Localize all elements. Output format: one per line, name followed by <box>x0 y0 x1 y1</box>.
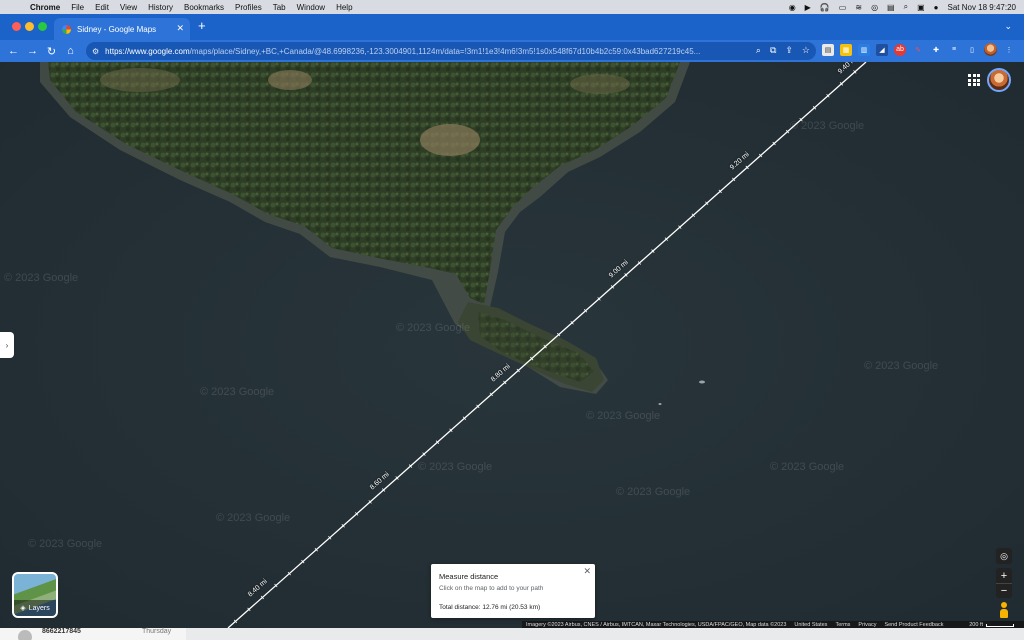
drive-extension-icon[interactable]: ◢ <box>876 43 888 56</box>
menu-view[interactable]: View <box>120 3 137 12</box>
layers-button[interactable]: ◈ Layers <box>12 572 58 618</box>
close-tab-icon[interactable]: ✕ <box>176 23 184 34</box>
satellite-map[interactable]: © 2023 Google © 2023 Google © 2023 Googl… <box>0 62 1024 628</box>
menu-help[interactable]: Help <box>336 3 352 12</box>
background-window: 8662217845 Thursday <box>0 628 1024 640</box>
menu-clock[interactable]: Sat Nov 18 9:47:20 <box>948 3 1017 12</box>
minus-icon: − <box>1000 585 1008 597</box>
address-bar[interactable]: ⚙ https://www.google.com/maps/place/Sidn… <box>86 42 816 60</box>
new-tab-button[interactable]: + <box>198 18 206 33</box>
profile-avatar[interactable] <box>984 43 997 56</box>
control-center-icon[interactable]: ▣ <box>917 3 925 12</box>
tab-search-chevron-icon[interactable]: ⌄ <box>1004 21 1012 32</box>
menu-history[interactable]: History <box>148 3 173 12</box>
plus-icon: + <box>1000 569 1008 582</box>
close-window-button[interactable] <box>12 22 21 31</box>
street-view-pegman-icon[interactable] <box>1000 602 1008 618</box>
home-button[interactable]: ⌂ <box>61 45 80 57</box>
site-info-icon[interactable]: ⚙ <box>92 47 99 56</box>
minimize-window-button[interactable] <box>25 22 34 31</box>
reload-button[interactable]: ↻ <box>42 45 61 58</box>
extensions-area: ▤ ▦ ▥ ◢ ab ✎ ✚ ≡ ▯ ⋮ <box>822 43 1015 56</box>
back-button[interactable]: ← <box>4 45 23 57</box>
scale-bar <box>986 623 1014 627</box>
calendar-extension-icon[interactable]: ▥ <box>858 43 870 56</box>
watermark: © 2023 Google <box>616 486 691 498</box>
layers-label: Layers <box>28 604 50 612</box>
search-icon[interactable]: ⌕ <box>904 2 908 12</box>
watermark: © 2023 Google <box>396 322 471 334</box>
watermark: © 2023 Google <box>418 461 493 473</box>
contact-number: 8662217845 <box>42 628 81 635</box>
google-maps-favicon-icon <box>62 24 71 34</box>
measure-total: Total distance: 12.76 mi (20.53 km) <box>439 604 541 611</box>
contact-avatar <box>18 630 32 640</box>
puzzle-extensions-icon[interactable]: ✚ <box>930 44 942 56</box>
google-apps-icon[interactable] <box>968 74 980 86</box>
menu-bookmarks[interactable]: Bookmarks <box>184 3 224 12</box>
status-app-icon[interactable]: ◉ <box>789 3 796 12</box>
tab-google-maps[interactable]: Sidney - Google Maps ✕ <box>54 18 190 40</box>
zoom-icon[interactable]: ⌕ <box>756 45 761 56</box>
map-imagery <box>0 62 1024 628</box>
watermark: © 2023 Google <box>4 272 79 284</box>
menu-edit[interactable]: Edit <box>95 3 109 12</box>
reading-list-icon[interactable]: ≡ <box>948 44 960 56</box>
macos-menu-bar: Chrome File Edit View History Bookmarks … <box>0 0 1024 14</box>
keyboard-icon[interactable]: ▤ <box>887 3 895 12</box>
watermark: © 2023 Google <box>790 120 865 132</box>
expand-side-panel-button[interactable]: › <box>0 332 14 358</box>
measure-hint: Click on the map to add to your path <box>439 585 544 592</box>
contact-day: Thursday <box>142 628 172 635</box>
layers-icon: ◈ <box>20 605 26 612</box>
user-icon[interactable]: ◎ <box>871 3 878 12</box>
menu-file[interactable]: File <box>71 3 84 12</box>
install-icon[interactable]: ⧉ <box>770 45 776 56</box>
battery-icon[interactable]: ▭ <box>839 3 847 12</box>
account-avatar[interactable] <box>987 68 1011 92</box>
side-panel-icon[interactable]: ▯ <box>966 44 978 56</box>
omnibox-actions: ⌕ ⧉ ⇪ ☆ <box>751 45 810 56</box>
measure-title: Measure distance <box>439 572 499 581</box>
wifi-icon[interactable]: ≋ <box>855 3 862 12</box>
pen-extension-icon[interactable]: ✎ <box>912 44 924 56</box>
menu-window[interactable]: Window <box>297 3 325 12</box>
tab-title: Sidney - Google Maps <box>77 24 157 34</box>
doc-extension-icon[interactable]: ▤ <box>822 43 834 56</box>
watermark: © 2023 Google <box>586 410 661 422</box>
bookmark-star-icon[interactable]: ☆ <box>802 45 810 56</box>
browser-toolbar: ← → ↻ ⌂ ⚙ https://www.google.com/maps/pl… <box>0 40 1024 62</box>
browser-tab-strip: Sidney - Google Maps ✕ + ⌄ <box>0 14 1024 40</box>
menu-tab[interactable]: Tab <box>273 3 286 12</box>
headphones-icon[interactable]: 🎧 <box>820 3 830 12</box>
siri-icon[interactable]: ● <box>934 3 939 12</box>
watermark: © 2023 Google <box>770 461 845 473</box>
chevron-right-icon: › <box>5 340 9 350</box>
close-icon[interactable]: ✕ <box>583 566 591 577</box>
zoom-out-button[interactable]: − <box>996 583 1012 598</box>
forward-button[interactable]: → <box>23 45 42 57</box>
notes-extension-icon[interactable]: ▦ <box>840 43 852 56</box>
watermark: © 2023 Google <box>28 538 103 550</box>
menu-extras: ◉ ▶ 🎧 ▭ ≋ ◎ ▤ ⌕ ▣ ● Sat Nov 18 9:47:20 <box>789 0 1016 14</box>
measure-distance-panel: Measure distance Click on the map to add… <box>431 564 595 618</box>
watermark: © 2023 Google <box>200 386 275 398</box>
zoom-in-button[interactable]: + <box>996 568 1012 583</box>
menu-chrome[interactable]: Chrome <box>30 3 60 12</box>
share-icon[interactable]: ⇪ <box>785 45 793 56</box>
my-location-button[interactable]: ◎ <box>996 548 1012 564</box>
adblock-extension-icon[interactable]: ab <box>894 43 906 56</box>
play-icon[interactable]: ▶ <box>805 3 811 12</box>
url-text: https://www.google.com/maps/place/Sidney… <box>105 46 701 56</box>
crosshair-icon: ◎ <box>1000 550 1008 561</box>
watermark: © 2023 Google <box>864 360 939 372</box>
menu-kebab-icon[interactable]: ⋮ <box>1003 44 1015 56</box>
watermark: © 2023 Google <box>216 512 291 524</box>
menu-profiles[interactable]: Profiles <box>235 3 262 12</box>
background-list-item[interactable]: 8662217845 Thursday <box>0 628 186 640</box>
zoom-window-button[interactable] <box>38 22 47 31</box>
